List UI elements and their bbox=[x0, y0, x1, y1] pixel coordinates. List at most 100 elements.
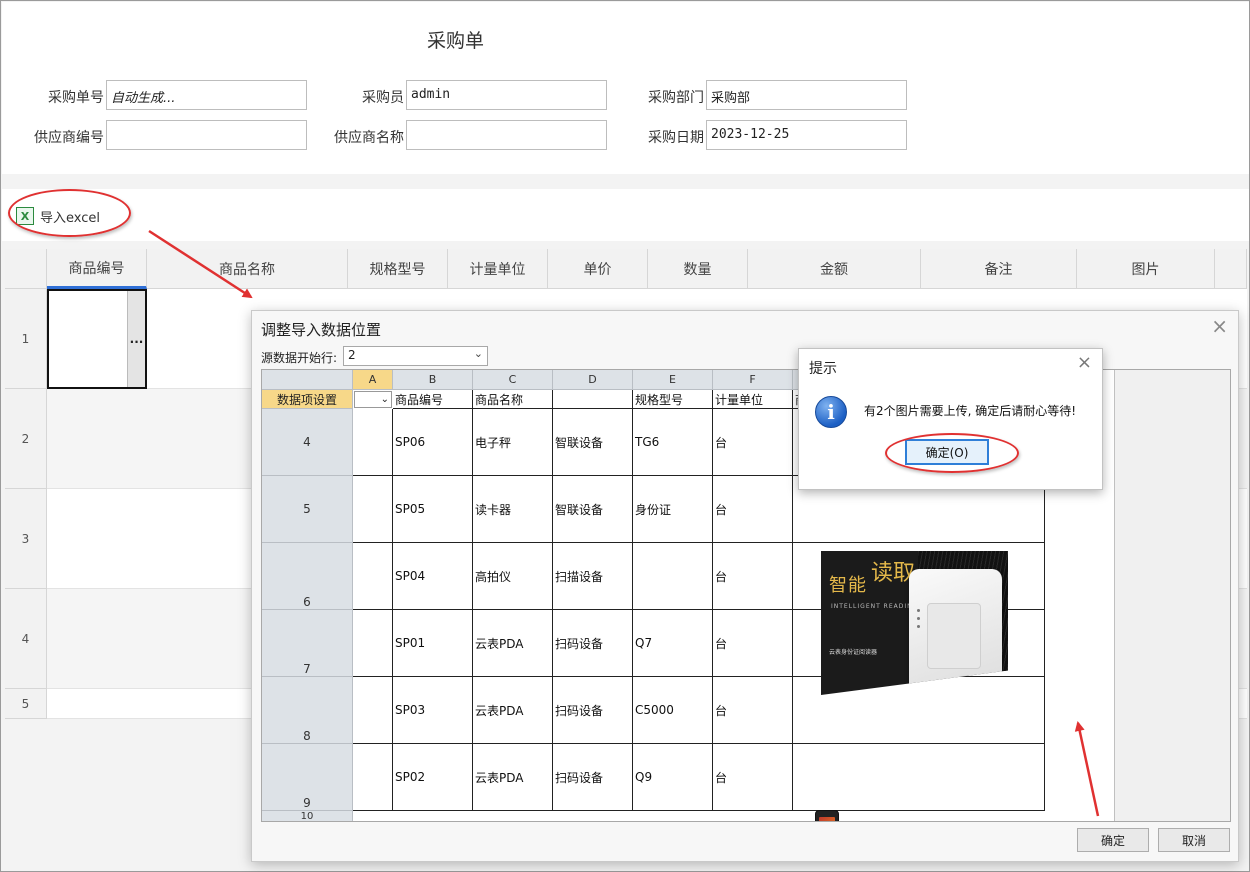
department-field[interactable]: 采购部 bbox=[706, 80, 907, 110]
supplier-name-label: 供应商名称 bbox=[334, 130, 404, 146]
col-header-image[interactable]: 图片 bbox=[1077, 249, 1215, 289]
close-icon[interactable]: × bbox=[1211, 314, 1228, 338]
sheet-col-header[interactable]: C bbox=[473, 370, 553, 390]
dialog-ok-button[interactable]: 确定 bbox=[1077, 828, 1149, 852]
order-number-label: 采购单号 bbox=[48, 90, 104, 106]
sheet-cell[interactable]: 台 bbox=[713, 677, 793, 744]
sheet-cell[interactable]: 台 bbox=[713, 610, 793, 677]
supplier-name-field[interactable] bbox=[406, 120, 607, 150]
chevron-down-icon: ⌄ bbox=[380, 394, 389, 405]
sheet-cell[interactable]: 扫码设备 bbox=[553, 744, 633, 811]
sheet-cell[interactable]: 台 bbox=[713, 476, 793, 543]
sheet-row-header[interactable]: 6 bbox=[262, 543, 353, 610]
active-cell-product-code[interactable]: ... bbox=[47, 289, 147, 389]
sheet-header-cell[interactable] bbox=[553, 390, 633, 409]
import-dialog-title: 调整导入数据位置 bbox=[261, 321, 382, 339]
dialog-cancel-button[interactable]: 取消 bbox=[1158, 828, 1230, 852]
sheet-row-header[interactable]: 7 bbox=[262, 610, 353, 677]
row-number[interactable]: 1 bbox=[5, 289, 47, 389]
sheet-cell[interactable]: 身份证 bbox=[633, 476, 713, 543]
sheet-header-cell[interactable]: 规格型号 bbox=[633, 390, 713, 409]
sheet-cell[interactable]: 云表PDA bbox=[473, 744, 553, 811]
col-header-price[interactable]: 单价 bbox=[548, 249, 648, 289]
sheet-corner bbox=[262, 370, 353, 390]
sheet-cell[interactable]: 台 bbox=[713, 409, 793, 476]
sheet-cell[interactable]: 智联设备 bbox=[553, 476, 633, 543]
sheet-row-header[interactable]: 5 bbox=[262, 476, 353, 543]
sheet-col-header[interactable]: A bbox=[353, 370, 393, 390]
sheet-row-header[interactable]: 10 bbox=[262, 811, 353, 821]
row-number[interactable]: 4 bbox=[5, 589, 47, 689]
sheet-cell[interactable]: 电子秤 bbox=[473, 409, 553, 476]
col-header-spec[interactable]: 规格型号 bbox=[348, 249, 448, 289]
sheet-cell[interactable]: 扫码设备 bbox=[553, 610, 633, 677]
sheet-cell[interactable]: SP01 bbox=[393, 610, 473, 677]
sheet-cell[interactable]: Q9 bbox=[633, 744, 713, 811]
sheet-cell[interactable]: 智联设备 bbox=[553, 409, 633, 476]
start-row-select[interactable]: 2 ⌄ bbox=[343, 346, 488, 366]
sheet-cell[interactable]: C5000 bbox=[633, 677, 713, 744]
sheet-cell[interactable]: 扫码设备 bbox=[553, 677, 633, 744]
sheet-cell[interactable] bbox=[353, 744, 393, 811]
col-header-product-name[interactable]: 商品名称 bbox=[147, 249, 348, 289]
sheet-col-header[interactable]: E bbox=[633, 370, 713, 390]
sheet-cell[interactable]: SP03 bbox=[393, 677, 473, 744]
row-number[interactable]: 5 bbox=[5, 689, 47, 719]
sheet-col-header[interactable]: D bbox=[553, 370, 633, 390]
sheet-cell[interactable]: 云表PDA bbox=[473, 677, 553, 744]
row-number[interactable]: 3 bbox=[5, 489, 47, 589]
col-header-remark[interactable]: 备注 bbox=[921, 249, 1077, 289]
sheet-cell[interactable]: 台 bbox=[713, 744, 793, 811]
indicator-dot bbox=[917, 625, 920, 628]
sheet-cell[interactable]: SP04 bbox=[393, 543, 473, 610]
image-brand-text: 智能 bbox=[829, 575, 867, 596]
buyer-field[interactable]: admin bbox=[406, 80, 607, 110]
close-icon[interactable]: × bbox=[1077, 352, 1092, 373]
mapping-select[interactable]: ⌄ bbox=[354, 391, 392, 408]
sheet-cell[interactable]: TG6 bbox=[633, 409, 713, 476]
sheet-col-header[interactable]: B bbox=[393, 370, 473, 390]
form-title: 采购单 bbox=[427, 30, 485, 52]
purchase-date-field[interactable]: 2023-12-25 bbox=[706, 120, 907, 150]
sheet-cell[interactable] bbox=[353, 476, 393, 543]
sheet-cell[interactable]: SP05 bbox=[393, 476, 473, 543]
sheet-cell[interactable] bbox=[793, 744, 1045, 811]
sheet-cell[interactable]: 扫描设备 bbox=[553, 543, 633, 610]
sheet-header-cell[interactable]: 商品名称 bbox=[473, 390, 553, 409]
grid-corner bbox=[5, 249, 47, 289]
sheet-header-cell[interactable]: 商品编号 bbox=[393, 390, 473, 409]
sheet-cell[interactable] bbox=[353, 409, 393, 476]
supplier-code-label: 供应商编号 bbox=[34, 130, 104, 146]
indicator-dot bbox=[917, 609, 920, 612]
sheet-cell[interactable] bbox=[353, 610, 393, 677]
order-number-field[interactable]: 自动生成... bbox=[106, 80, 307, 110]
sheet-cell[interactable]: 读卡器 bbox=[473, 476, 553, 543]
sheet-cell[interactable]: Q7 bbox=[633, 610, 713, 677]
sheet-cell[interactable]: 台 bbox=[713, 543, 793, 610]
sheet-cell[interactable]: 云表PDA bbox=[473, 610, 553, 677]
sheet-col-header[interactable]: F bbox=[713, 370, 793, 390]
col-header-amount[interactable]: 金额 bbox=[748, 249, 921, 289]
sheet-cell[interactable]: SP02 bbox=[393, 744, 473, 811]
sheet-row-header[interactable]: 9 bbox=[262, 744, 353, 811]
highlight-oval bbox=[8, 189, 131, 237]
buyer-label: 采购员 bbox=[362, 90, 404, 106]
lookup-button[interactable]: ... bbox=[127, 291, 145, 387]
supplier-code-field[interactable] bbox=[106, 120, 307, 150]
col-header-quantity[interactable]: 数量 bbox=[648, 249, 748, 289]
sheet-row-header[interactable]: 8 bbox=[262, 677, 353, 744]
start-row-value: 2 bbox=[348, 348, 356, 362]
card-reader-image: 智能 读取 INTELLIGENT READING 云表身份证阅读器 bbox=[821, 551, 1008, 695]
col-header-unit[interactable]: 计量单位 bbox=[448, 249, 548, 289]
info-icon: i bbox=[815, 396, 847, 428]
sheet-cell[interactable] bbox=[353, 677, 393, 744]
sheet-header-cell[interactable]: 计量单位 bbox=[713, 390, 793, 409]
col-header-product-code[interactable]: 商品编号 bbox=[47, 249, 147, 289]
row-number[interactable]: 2 bbox=[5, 389, 47, 489]
highlight-oval bbox=[885, 433, 1019, 473]
sheet-cell[interactable] bbox=[633, 543, 713, 610]
sheet-row-header[interactable]: 4 bbox=[262, 409, 353, 476]
sheet-cell[interactable]: 高拍仪 bbox=[473, 543, 553, 610]
sheet-cell[interactable] bbox=[353, 543, 393, 610]
sheet-cell[interactable]: SP06 bbox=[393, 409, 473, 476]
